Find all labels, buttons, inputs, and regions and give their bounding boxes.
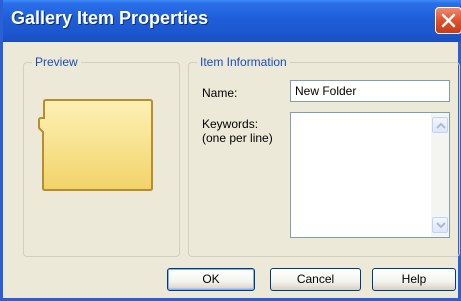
name-input[interactable] — [290, 80, 450, 102]
cancel-button[interactable]: Cancel — [270, 268, 361, 291]
title-bar[interactable]: Gallery Item Properties — [3, 0, 461, 42]
keywords-textarea[interactable] — [290, 112, 450, 238]
dialog-window: Gallery Item Properties Preview Item Inf… — [0, 0, 461, 301]
chevron-up-icon — [436, 122, 446, 129]
help-button[interactable]: Help — [372, 268, 456, 291]
scroll-up-button[interactable] — [432, 117, 448, 133]
keywords-scrollbar[interactable] — [431, 113, 449, 237]
close-icon — [441, 13, 456, 28]
window-title: Gallery Item Properties — [11, 8, 209, 28]
keywords-hint-label: (one per line) — [202, 131, 273, 145]
name-label: Name: — [202, 86, 238, 100]
chevron-down-icon — [436, 222, 446, 229]
preview-group-label: Preview — [32, 55, 81, 69]
item-information-group-label: Item Information — [197, 55, 290, 69]
close-button[interactable] — [435, 7, 461, 34]
ok-button[interactable]: OK — [167, 268, 255, 291]
keywords-label: Keywords: — [202, 117, 259, 131]
scroll-down-button[interactable] — [432, 217, 448, 233]
folder-icon — [38, 99, 153, 191]
